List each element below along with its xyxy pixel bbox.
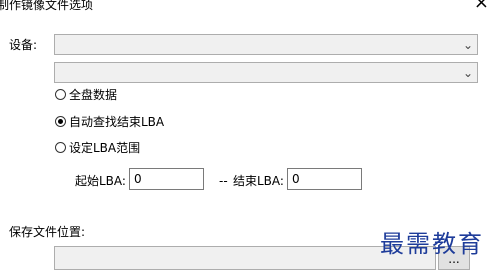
watermark-logo: 最需教育 xyxy=(380,230,484,258)
range-separator: -- xyxy=(219,174,228,188)
title-bar: 制作镜像文件选项 × xyxy=(0,0,504,22)
option-auto-end-lba[interactable]: 自动查找结束LBA xyxy=(55,113,164,130)
radio-set-lba-range[interactable] xyxy=(55,142,66,153)
close-icon[interactable]: × xyxy=(474,0,489,12)
option-set-lba-range[interactable]: 设定LBA范围 xyxy=(55,139,140,156)
device-select[interactable]: ⌄ xyxy=(54,34,478,55)
option-auto-end-lba-label: 自动查找结束LBA xyxy=(69,115,165,129)
option-full-disk-label: 全盘数据 xyxy=(69,88,118,102)
save-location-label: 保存文件位置: xyxy=(9,225,86,239)
save-path-input[interactable] xyxy=(54,246,436,270)
partition-select[interactable]: ⌄ xyxy=(54,62,478,83)
chevron-down-icon: ⌄ xyxy=(462,37,474,52)
chevron-down-icon: ⌄ xyxy=(462,65,474,80)
option-set-lba-range-label: 设定LBA范围 xyxy=(69,141,141,155)
radio-full-disk[interactable] xyxy=(55,89,66,100)
end-lba-label: 结束LBA: xyxy=(233,174,284,188)
device-label: 设备: xyxy=(9,38,38,52)
option-full-disk[interactable]: 全盘数据 xyxy=(55,86,117,103)
radio-auto-end-lba[interactable] xyxy=(55,116,66,127)
window-title: 制作镜像文件选项 xyxy=(0,0,94,12)
start-lba-label: 起始LBA: xyxy=(75,174,126,188)
end-lba-input[interactable]: 0 xyxy=(287,168,362,190)
start-lba-input[interactable]: 0 xyxy=(129,168,204,190)
